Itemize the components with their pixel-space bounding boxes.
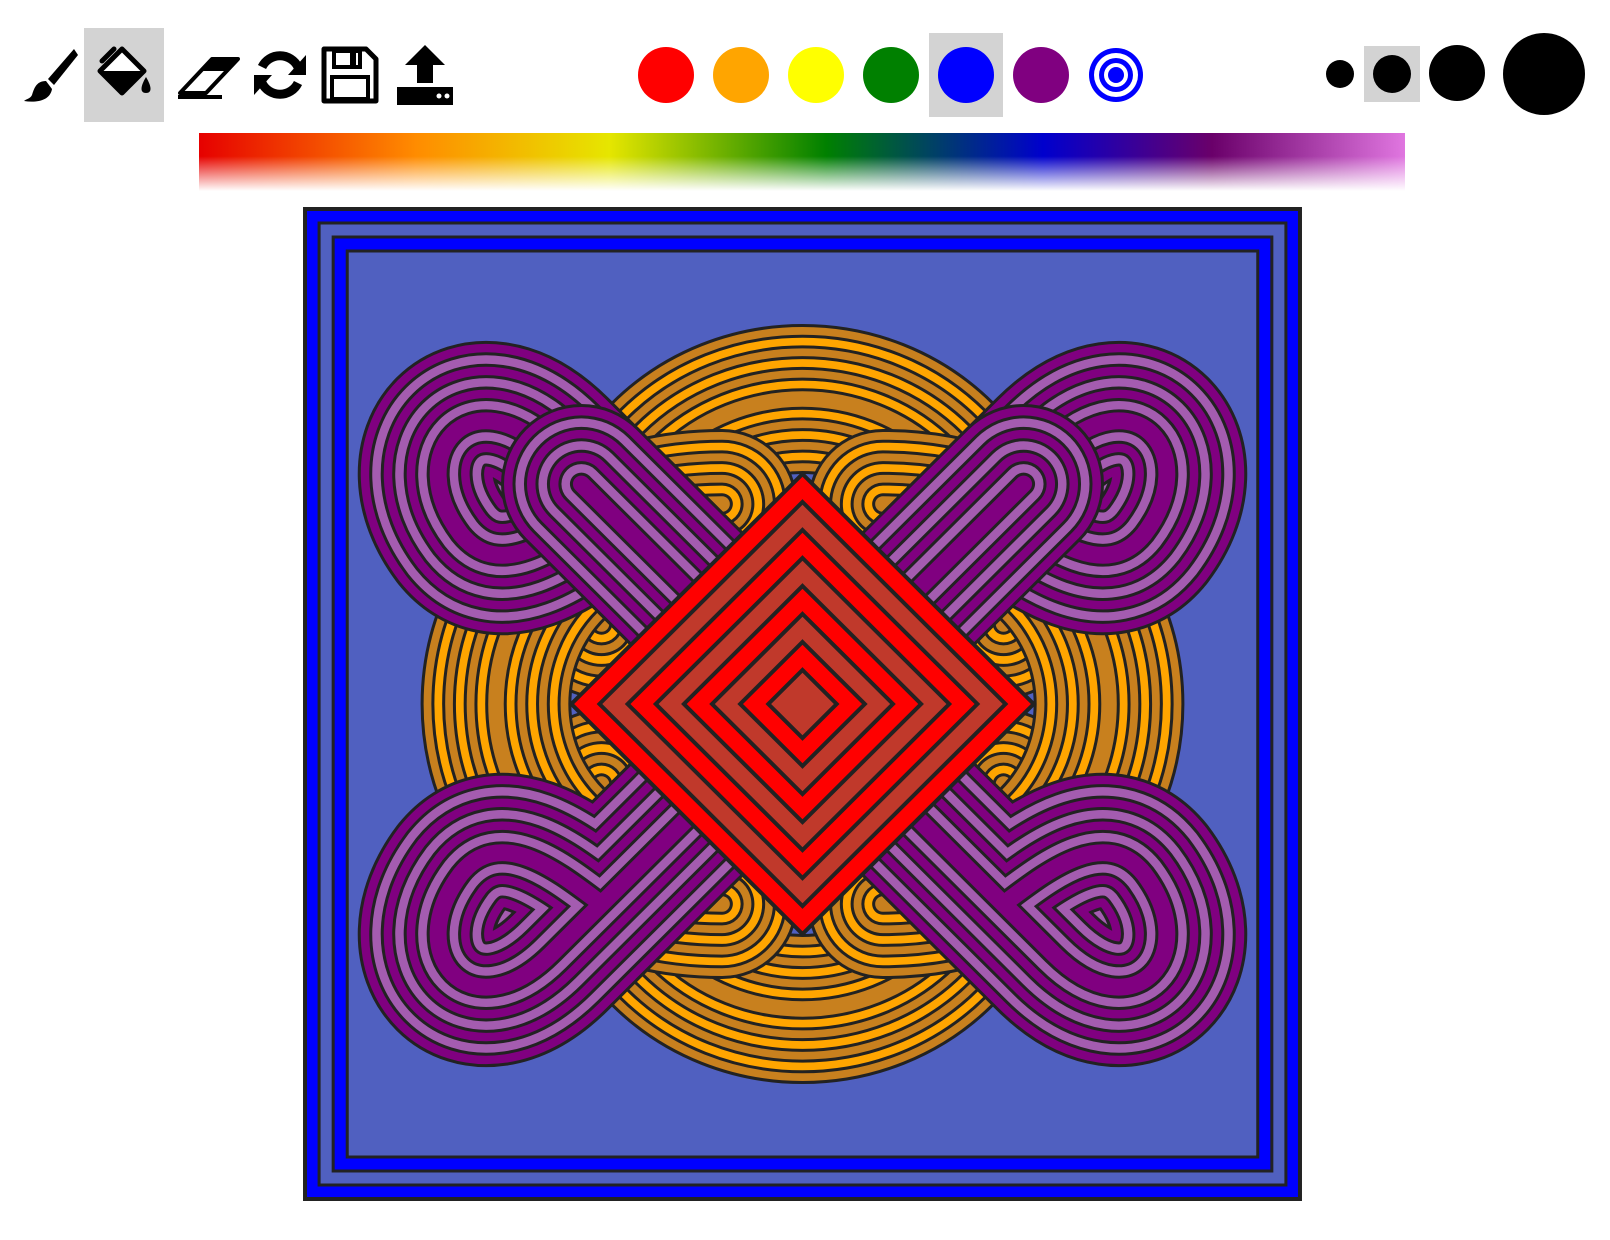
eraser-icon <box>178 57 240 99</box>
upload-icon <box>397 45 453 105</box>
size-dot <box>1429 45 1485 101</box>
size-dot <box>1326 60 1354 88</box>
coloring-canvas[interactable] <box>300 204 1305 1204</box>
brush-tool-button[interactable] <box>10 28 90 122</box>
size-dot <box>1503 33 1585 115</box>
color-swatch-red[interactable] <box>629 33 703 117</box>
brush-icon <box>24 49 78 102</box>
brush-size-medium[interactable] <box>1364 46 1420 102</box>
swatch-fill <box>638 47 694 103</box>
upload-button[interactable] <box>385 28 465 122</box>
paint-bucket-tool-button[interactable] <box>84 28 164 122</box>
paint-bucket-icon <box>97 46 151 96</box>
color-swatch-yellow[interactable] <box>779 33 853 117</box>
size-dot <box>1373 55 1411 93</box>
swatch-fill <box>863 47 919 103</box>
color-swatch-purple[interactable] <box>1004 33 1078 117</box>
swatch-fill <box>713 47 769 103</box>
color-swatch-blue[interactable] <box>929 33 1003 117</box>
swatch-fill <box>1013 47 1069 103</box>
eraser-tool-button[interactable] <box>168 28 248 122</box>
custom-color-button[interactable] <box>1079 33 1153 117</box>
brush-size-small[interactable] <box>1318 50 1362 98</box>
target-icon <box>1089 48 1143 102</box>
color-swatch-green[interactable] <box>854 33 928 117</box>
refresh-icon <box>254 51 306 99</box>
swatch-fill <box>938 47 994 103</box>
color-gradient-picker[interactable] <box>199 133 1405 191</box>
color-swatch-orange[interactable] <box>704 33 778 117</box>
brush-size-large[interactable] <box>1424 40 1490 106</box>
reset-button[interactable] <box>240 28 320 122</box>
brush-size-xlarge[interactable] <box>1500 30 1588 118</box>
save-icon <box>321 46 379 104</box>
gradient-fade <box>199 133 1405 191</box>
save-button[interactable] <box>310 28 390 122</box>
swatch-fill <box>788 47 844 103</box>
